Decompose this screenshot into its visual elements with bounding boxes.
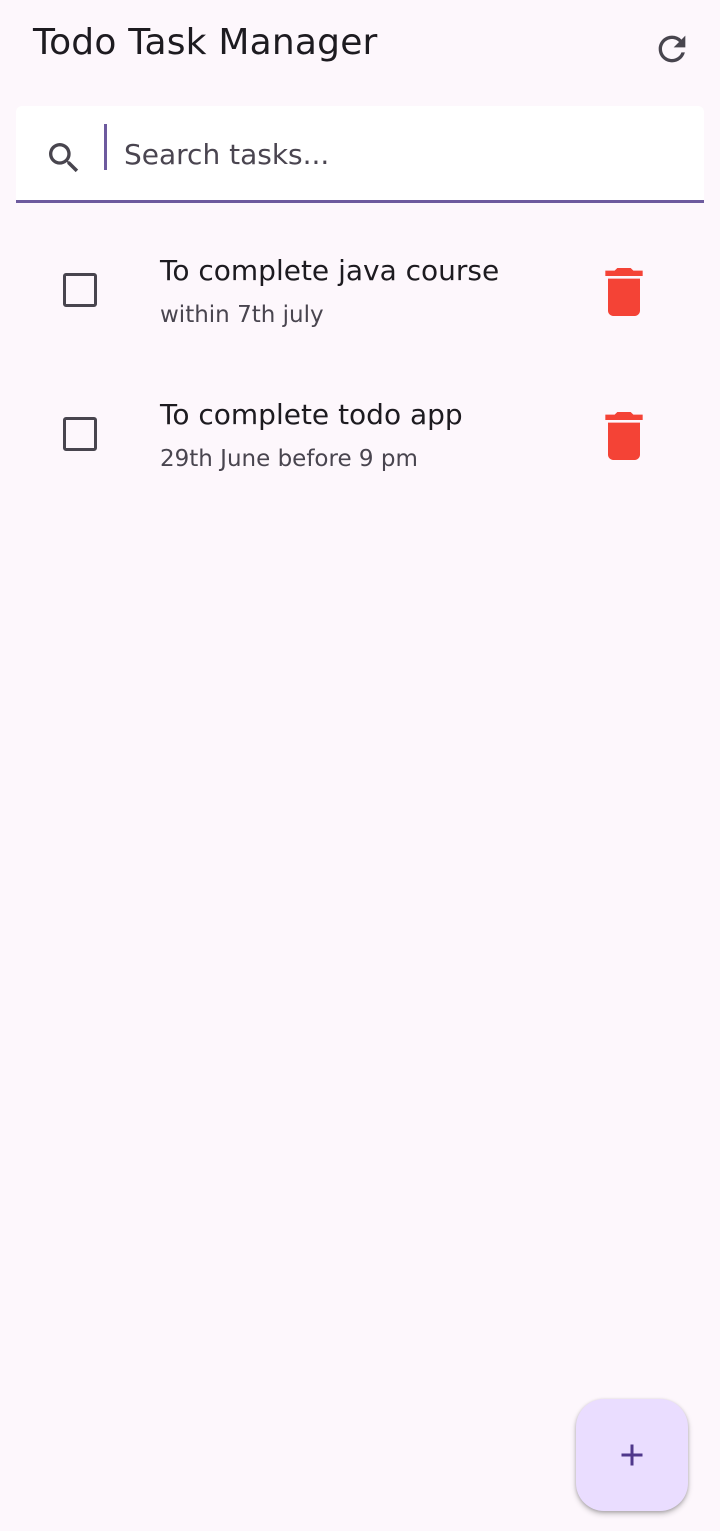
delete-button[interactable]: [604, 268, 644, 316]
app-bar: Todo Task Manager: [0, 0, 720, 96]
plus-icon: [621, 1444, 643, 1466]
refresh-icon: [658, 35, 686, 63]
refresh-button[interactable]: [646, 26, 698, 72]
app-screen: Todo Task Manager To complete java cours…: [0, 0, 720, 1531]
task-checkbox[interactable]: [63, 273, 97, 307]
search-icon: [49, 143, 79, 173]
task-list: To complete java course within 7th july …: [0, 232, 720, 520]
trash-icon: [605, 412, 643, 460]
search-input[interactable]: [120, 126, 680, 182]
trash-icon: [605, 268, 643, 316]
task-subtitle: within 7th july: [160, 302, 324, 328]
task-row[interactable]: To complete java course within 7th july: [0, 232, 720, 376]
task-title: To complete java course: [160, 254, 500, 287]
text-cursor: [104, 124, 107, 170]
task-checkbox[interactable]: [63, 417, 97, 451]
search-box[interactable]: [16, 106, 704, 203]
add-task-button[interactable]: [576, 1399, 688, 1511]
task-subtitle: 29th June before 9 pm: [160, 446, 418, 472]
task-title: To complete todo app: [160, 398, 463, 431]
task-row[interactable]: To complete todo app 29th June before 9 …: [0, 376, 720, 520]
delete-button[interactable]: [604, 412, 644, 460]
app-title: Todo Task Manager: [33, 22, 378, 63]
